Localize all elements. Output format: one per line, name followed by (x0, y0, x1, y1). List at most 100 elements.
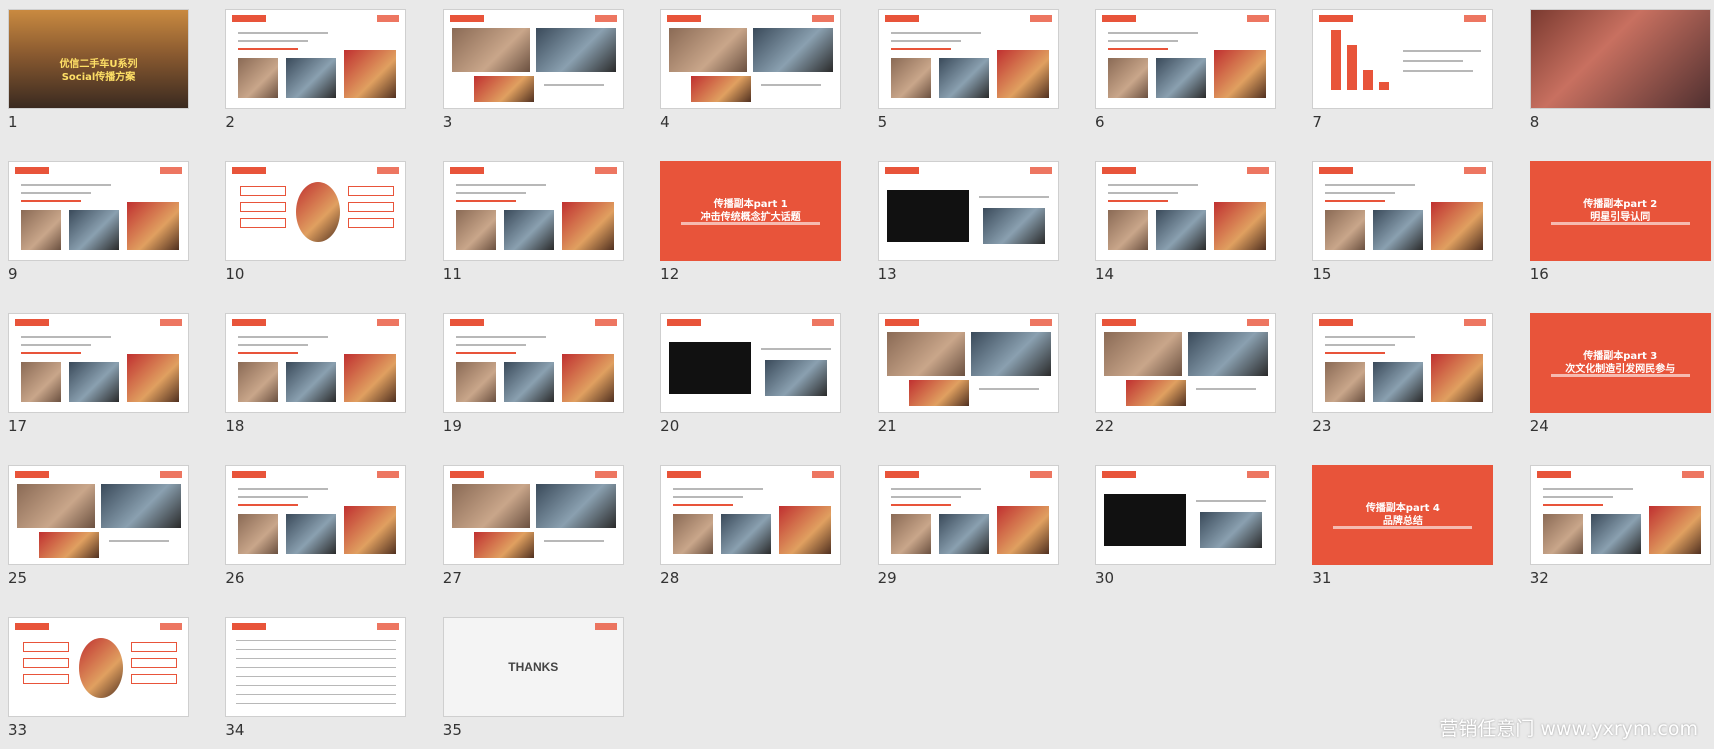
slide-preview[interactable] (877, 9, 1059, 109)
slide-preview[interactable] (660, 9, 842, 109)
slide-preview[interactable] (1094, 465, 1276, 565)
text-line (238, 40, 309, 42)
slide-thumbnail-34[interactable]: 34 (225, 617, 407, 739)
slide-thumbnail-1[interactable]: 优信二手车U系列 Social传播方案 1 (8, 9, 189, 131)
slide-preview[interactable]: 传播副本part 1 冲击传统概念扩大话题 (660, 161, 842, 261)
table-row (236, 676, 397, 677)
slide-preview[interactable] (225, 313, 407, 413)
slide-thumbnail-16[interactable]: 传播副本part 2 明星引导认同 16 (1529, 161, 1711, 283)
photo (1187, 332, 1268, 376)
slide-thumbnail-35[interactable]: THANKS 35 (442, 617, 624, 739)
slide-preview[interactable] (660, 465, 842, 565)
slide-thumbnail-2[interactable]: 2 (225, 9, 407, 131)
slide-thumbnail-18[interactable]: 18 (225, 313, 407, 435)
brand-logo (160, 319, 182, 326)
slide-number: 18 (225, 417, 245, 435)
text-line (238, 336, 329, 338)
slide-thumbnail-6[interactable]: 6 (1094, 9, 1276, 131)
slide-number: 23 (1312, 417, 1332, 435)
highlight-line (21, 352, 81, 354)
slide-preview[interactable] (8, 161, 189, 261)
brand-logo (594, 15, 617, 22)
slide-thumbnail-4[interactable]: 4 (660, 9, 842, 131)
text-line (1325, 344, 1396, 346)
slide-preview[interactable] (8, 465, 189, 565)
text-line (890, 488, 981, 490)
slide-thumbnail-19[interactable]: 19 (442, 313, 624, 435)
highlight-line (21, 200, 81, 202)
slide-preview[interactable] (442, 161, 624, 261)
slide-preview[interactable] (1094, 313, 1276, 413)
slide-thumbnail-23[interactable]: 23 (1312, 313, 1494, 435)
slide-preview[interactable] (225, 465, 407, 565)
header-bar (232, 471, 267, 478)
slide-preview[interactable]: 传播副本part 2 明星引导认同 (1529, 161, 1711, 261)
header-bar (15, 167, 49, 174)
photo (1213, 50, 1266, 98)
slide-thumbnail-7[interactable]: 7 (1312, 9, 1494, 131)
slide-preview[interactable] (1312, 161, 1494, 261)
slide-preview[interactable] (225, 9, 407, 109)
slide-thumbnail-22[interactable]: 22 (1094, 313, 1276, 435)
slide-preview[interactable] (442, 465, 624, 565)
photo (535, 28, 616, 72)
slide-preview[interactable]: THANKS (442, 617, 624, 717)
slide-thumbnail-5[interactable]: 5 (877, 9, 1059, 131)
slide-thumbnail-26[interactable]: 26 (225, 465, 407, 587)
slide-thumbnail-10[interactable]: 10 (225, 161, 407, 283)
slide-thumbnail-24[interactable]: 传播副本part 3 次文化制造引发网民参与 24 (1529, 313, 1711, 435)
slide-preview[interactable] (877, 161, 1059, 261)
slide-thumbnail-17[interactable]: 17 (8, 313, 189, 435)
section-subtitle-line (681, 222, 821, 225)
slide-thumbnail-8[interactable]: 8 (1529, 9, 1711, 131)
slide-preview[interactable] (225, 161, 407, 261)
slide-thumbnail-30[interactable]: 30 (1094, 465, 1276, 587)
slide-preview[interactable] (877, 313, 1059, 413)
diagram-box (131, 658, 177, 668)
slide-number: 11 (442, 265, 462, 283)
slide-thumbnail-3[interactable]: 3 (442, 9, 624, 131)
slide-thumbnail-11[interactable]: 11 (442, 161, 624, 283)
slide-preview[interactable] (8, 313, 189, 413)
slide-thumbnail-21[interactable]: 21 (877, 313, 1059, 435)
slide-thumbnail-14[interactable]: 14 (1094, 161, 1276, 283)
text-line (1403, 50, 1482, 52)
header-bar (1101, 319, 1136, 326)
slide-preview[interactable] (1312, 313, 1494, 413)
slide-preview[interactable] (442, 313, 624, 413)
slide-thumbnail-25[interactable]: 25 (8, 465, 189, 587)
slide-thumbnail-33[interactable]: 33 (8, 617, 189, 739)
slide-thumbnail-29[interactable]: 29 (877, 465, 1059, 587)
slide-thumbnail-20[interactable]: 20 (660, 313, 842, 435)
slide-preview[interactable] (1529, 9, 1711, 109)
slide-thumbnail-32[interactable]: 32 (1529, 465, 1711, 587)
brand-logo (594, 167, 617, 174)
table-row (236, 703, 397, 704)
header-bar (667, 471, 702, 478)
slide-preview[interactable] (442, 9, 624, 109)
slide-number: 2 (225, 113, 235, 131)
slide-thumbnail-31[interactable]: 传播副本part 4 品牌总结 31 (1312, 465, 1494, 587)
slide-preview[interactable] (1312, 9, 1494, 109)
slide-preview[interactable] (660, 313, 842, 413)
slide-preview[interactable] (877, 465, 1059, 565)
slide-preview[interactable] (1094, 161, 1276, 261)
slide-thumbnail-15[interactable]: 15 (1312, 161, 1494, 283)
slide-preview[interactable]: 优信二手车U系列 Social传播方案 (8, 9, 189, 109)
slide-preview[interactable]: 传播副本part 3 次文化制造引发网民参与 (1529, 313, 1711, 413)
slide-thumbnail-13[interactable]: 13 (877, 161, 1059, 283)
slide-preview[interactable]: 传播副本part 4 品牌总结 (1312, 465, 1494, 565)
photo (1373, 362, 1424, 402)
slide-preview[interactable] (8, 617, 189, 717)
slide-preview[interactable] (1094, 9, 1276, 109)
slide-thumbnail-12[interactable]: 传播副本part 1 冲击传统概念扩大话题 12 (660, 161, 842, 283)
text-line (238, 488, 329, 490)
slide-thumbnail-28[interactable]: 28 (660, 465, 842, 587)
slide-thumbnail-9[interactable]: 9 (8, 161, 189, 283)
slide-preview[interactable] (1529, 465, 1711, 565)
slide-thumbnail-27[interactable]: 27 (442, 465, 624, 587)
table-row (236, 694, 397, 695)
slide-preview[interactable] (225, 617, 407, 717)
text-line (543, 84, 604, 86)
brand-logo (1029, 15, 1052, 22)
